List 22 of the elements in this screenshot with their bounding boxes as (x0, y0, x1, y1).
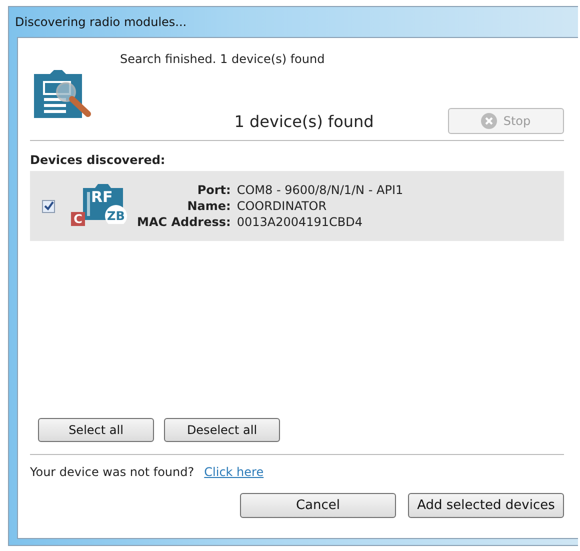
field-label: MAC Address: (137, 215, 231, 229)
module-label: RF (91, 188, 113, 206)
field-value: 0013A2004191CBD4 (236, 215, 364, 229)
deselect-all-button[interactable]: Deselect all (164, 418, 280, 442)
field-value: COORDINATOR (236, 199, 328, 213)
window-title: Discovering radio modules... (15, 15, 187, 29)
checkbox[interactable] (42, 200, 55, 212)
close-icon (481, 113, 498, 129)
field-label: Name: (186, 199, 231, 213)
device-row[interactable]: RF C ZB Port: COM8 - 9600/8/N/1/N - API1 Name: COORDINATOR MAC Address: 0013A2004191CBD4 (30, 171, 564, 241)
select-all-button[interactable]: Select all (38, 418, 154, 442)
section-heading: Devices discovered: (30, 153, 166, 167)
not-found-text: Your device was not found? (30, 465, 194, 479)
dialog-button[interactable]: Add selected devices (408, 493, 564, 518)
field-value: COM8 - 9600/8/N/1/N - API1 (236, 183, 404, 197)
help-link[interactable]: Click here (204, 465, 264, 479)
status-text: Search finished. 1 device(s) found (120, 52, 326, 66)
field-label: Port: (196, 183, 231, 197)
protocol-label: ZB (107, 209, 125, 223)
coordinator-badge: C (71, 212, 85, 226)
dialog-button[interactable]: Cancel (240, 493, 396, 518)
found-count: 1 device(s) found (233, 112, 375, 130)
